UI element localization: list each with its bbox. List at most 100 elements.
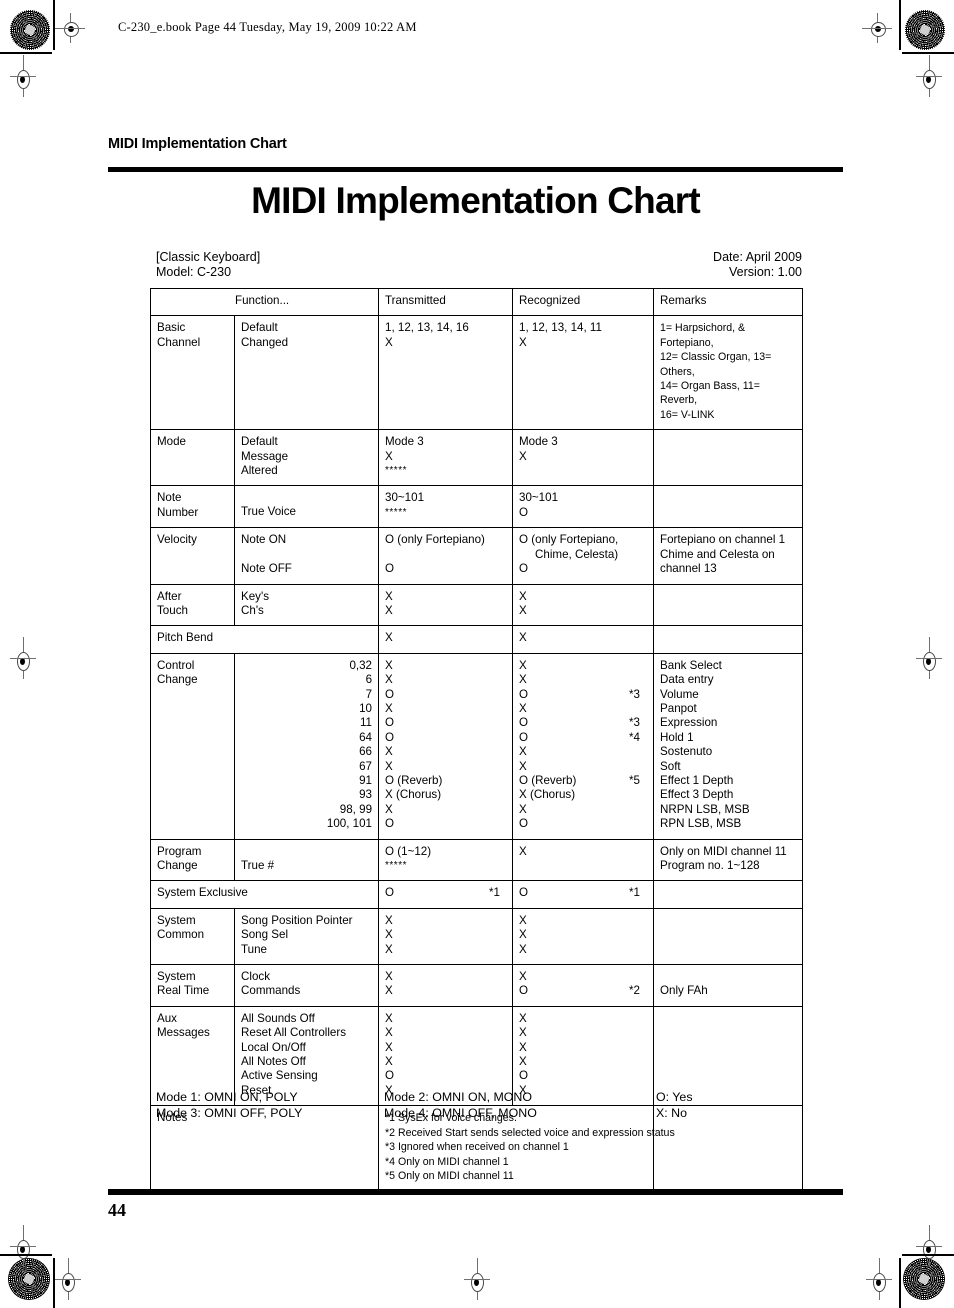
label-line-2: Change: [157, 859, 198, 872]
rx-line-3: O: [519, 562, 529, 576]
aux-transmitted: X: [385, 1026, 393, 1040]
rosette-mark-top-right: [905, 10, 945, 50]
legend-mode-3: Mode 3: OMNI OFF, POLY: [156, 1105, 303, 1120]
tx-basic-channel: 1, 12, 13, 14, 16 X: [378, 315, 514, 431]
cc-number: 6: [365, 673, 373, 687]
row-note-number: Note Number True Voice 30~101 ***** 30~1…: [150, 485, 804, 529]
legend-mode-4: Mode 4: OMNI OFF, MONO: [384, 1105, 537, 1120]
tx-mode: Mode 3 X *****: [378, 429, 514, 487]
cc-transmitted: O (Reverb): [385, 773, 443, 787]
rx-basic-channel: 1, 12, 13, 14, 11 X: [512, 315, 655, 431]
cc-recognized-value: X: [519, 802, 527, 816]
tx-system-exclusive: O *1: [378, 880, 514, 909]
registration-mark-top-right: [862, 13, 892, 43]
aux-label: All Sounds Off: [241, 1011, 315, 1025]
sub-line-1: Key's: [241, 589, 269, 603]
rx-line-1: 1, 12, 13, 14, 11: [519, 321, 602, 335]
cc-remark: RPN LSB, MSB: [660, 817, 742, 831]
cc-footnote-ref: *3: [629, 716, 640, 730]
cc-recognized-value: X (Chorus): [519, 788, 576, 802]
registration-mark-right-bottom: [916, 1225, 942, 1267]
remarks-after-touch: [653, 583, 804, 627]
sub-mode: Default Message Altered: [233, 429, 380, 487]
cc-remark: Bank Select: [660, 658, 722, 672]
cc-number: 100, 101: [326, 817, 373, 831]
remarks-note-number: [653, 485, 804, 529]
cc-recognized-value: X: [519, 673, 527, 687]
cc-number: 10: [359, 701, 373, 715]
row-after-touch: After Touch Key's Ch's X X X X: [150, 583, 804, 627]
row-label-note-number: Note Number: [150, 485, 235, 529]
cc-remark: Effect 1 Depth: [660, 773, 734, 787]
remark-line-3: 14= Organ Bass, 11= Reverb,: [660, 380, 760, 407]
table-header-row: Function... Transmitted Recognized Remar…: [149, 287, 804, 317]
rx-footnote-ref: *1: [629, 886, 640, 900]
remarks-program-change: Only on MIDI channel 11 Program no. 1~12…: [653, 838, 804, 882]
sub-basic-channel: Default Changed: [233, 315, 380, 431]
rx-line-1: O: [519, 886, 529, 900]
sub-line-1: Clock: [241, 970, 270, 984]
remark-line-1: 1= Harpsichord, & Fortepiano,: [660, 322, 746, 349]
cc-recognized-value: O (Reverb): [519, 773, 577, 787]
rx-program-change: X: [512, 838, 655, 882]
remark-line-1: Only on MIDI channel 11: [660, 844, 787, 858]
remark-line-1: Fortepiano on channel 1: [660, 533, 786, 547]
cc-remark: Panpot: [660, 701, 697, 715]
row-label-after-touch: After Touch: [150, 583, 235, 627]
cc-recognized: O (Reverb) *5: [519, 774, 647, 788]
tx-note-number: 30~101 *****: [378, 485, 514, 529]
rx-footnote-ref: *2: [629, 984, 640, 998]
trim-line-vertical-left: [53, 0, 55, 50]
registration-mark-left-bottom: [10, 1225, 36, 1267]
row-control-change: Control Change 0,32 6 7 10 11 64 66 67 91 93 98, 9…: [150, 652, 804, 840]
label-line-1: After: [157, 589, 182, 603]
cc-number: 64: [359, 730, 373, 744]
row-label-system-common: System Common: [150, 907, 235, 966]
label-line-2: Real Time: [157, 984, 210, 998]
remarks-control-change: Bank Select Data entry Volume Panpot Express…: [653, 652, 804, 840]
header-function: Function...: [149, 287, 380, 317]
label-line-1: System: [157, 970, 196, 984]
remarks-basic-channel: 1= Harpsichord, & Fortepiano, 12= Classi…: [653, 315, 804, 431]
rx-line-3: X: [519, 942, 527, 956]
midi-implementation-table: Function... Transmitted Recognized Remar…: [149, 287, 804, 1192]
remark-line-3: channel 13: [660, 562, 717, 576]
label-line-1: Basic: [157, 321, 186, 335]
registration-mark-left-middle: [10, 637, 36, 679]
tx-line-1: X: [385, 970, 393, 984]
registration-mark-bottom-right: [866, 1258, 892, 1300]
legend-mode-1: Mode 1: OMNI ON, POLY: [156, 1090, 298, 1104]
rx-line-2: X: [519, 449, 527, 463]
footer-rule: [108, 1189, 843, 1195]
rx-line-1: Mode 3: [519, 435, 558, 449]
cc-remark: Sostenuto: [660, 745, 713, 759]
cc-number: 0,32: [349, 658, 373, 672]
trim-line-vertical-bottom-right: [899, 1258, 901, 1308]
cc-transmitted: O: [385, 730, 395, 744]
cc-transmitted: O: [385, 687, 395, 701]
cc-numbers: 0,32 6 7 10 11 64 66 67 91 93 98, 99 100, 101: [233, 652, 380, 840]
label-line-1: System: [157, 913, 196, 927]
cc-transmitted: X (Chorus): [385, 788, 442, 802]
aux-transmitted: X: [385, 1011, 393, 1025]
registration-mark-bottom-center: [464, 1258, 490, 1300]
registration-mark-right-middle: [916, 637, 942, 679]
tx-velocity: O (only Fortepiano) O: [378, 527, 514, 585]
row-system-common: System Common Song Position Pointer Song…: [150, 907, 804, 966]
row-mode: Mode Default Message Altered Mode 3 X **…: [150, 429, 804, 487]
sub-line-2: Changed: [241, 335, 289, 349]
tx-control-change: XXOXOOXXO (Reverb) X (Chorus) X O: [378, 652, 514, 840]
tx-line-2: *****: [385, 860, 407, 871]
trim-line-vertical-bottom-left: [53, 1258, 55, 1308]
rx-line-2: Chime, Celesta): [535, 547, 619, 561]
remark-line-2: Program no. 1~128: [660, 859, 760, 872]
cc-transmitted: X: [385, 673, 393, 687]
cc-recognized: O: [519, 817, 647, 831]
cc-remark: NRPN LSB, MSB: [660, 802, 750, 816]
legend-yes: O: Yes: [656, 1090, 693, 1104]
rx-line-2: X: [519, 603, 527, 617]
rx-line-1: X: [519, 913, 527, 927]
cc-remark: Data entry: [660, 673, 714, 687]
cc-recognized: O *3: [519, 688, 647, 702]
sub-line-spacer: [241, 491, 372, 505]
